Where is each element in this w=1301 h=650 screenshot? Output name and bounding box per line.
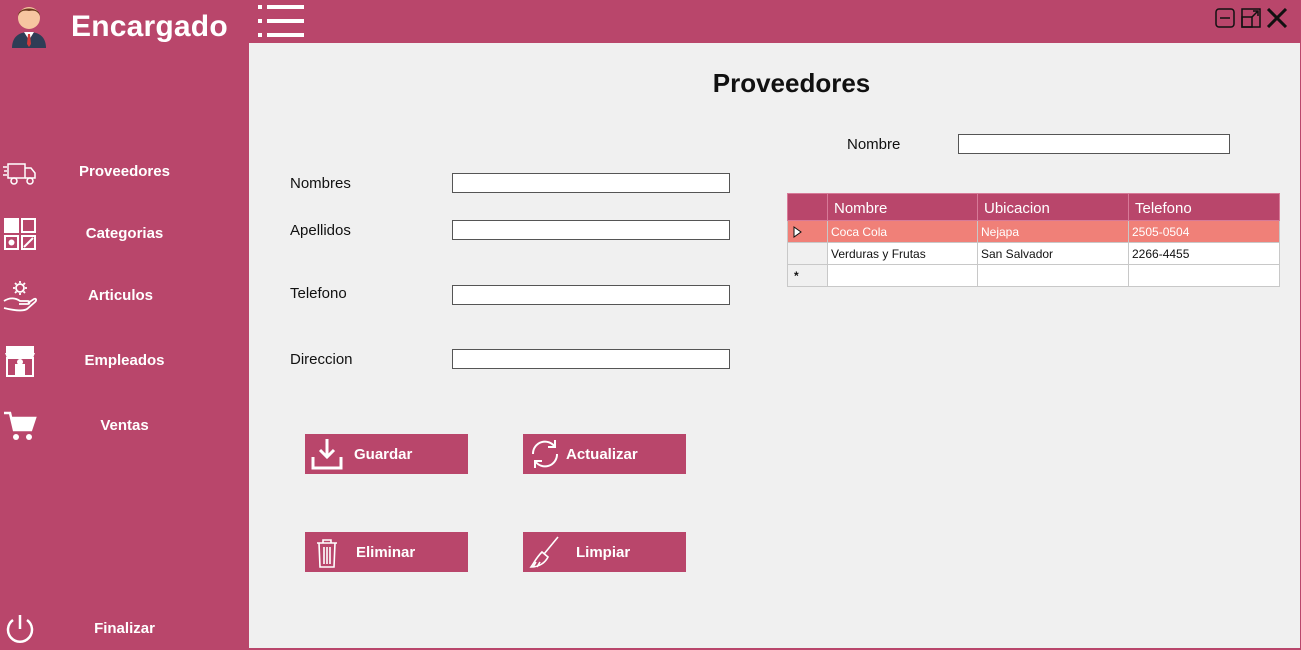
table-new-row[interactable]: * — [787, 264, 1280, 287]
search-label: Nombre — [847, 136, 901, 153]
actualizar-label: Actualizar — [566, 446, 638, 463]
suppliers-table: Nombre Ubicacion Telefono Coca Cola Neja… — [787, 193, 1280, 287]
menu-icon[interactable] — [258, 3, 306, 39]
sidebar-item-label: Ventas — [100, 417, 149, 434]
table-cell[interactable] — [1128, 264, 1280, 287]
apellidos-label: Apellidos — [290, 222, 351, 239]
column-header-telefono[interactable]: Telefono — [1128, 193, 1280, 221]
column-header-nombre[interactable]: Nombre — [827, 193, 978, 221]
table-cell[interactable]: Coca Cola — [827, 220, 978, 243]
table-header-row: Nombre Ubicacion Telefono — [787, 193, 1280, 221]
row-header[interactable] — [787, 220, 828, 243]
row-header[interactable] — [787, 242, 828, 265]
new-row-marker[interactable]: * — [787, 264, 828, 287]
guardar-button[interactable]: Guardar — [305, 434, 468, 474]
eliminar-button[interactable]: Eliminar — [305, 532, 468, 572]
table-cell[interactable]: Verduras y Frutas — [827, 242, 978, 265]
top-bar — [249, 0, 1301, 43]
broom-icon — [529, 536, 559, 568]
guardar-label: Guardar — [354, 446, 413, 463]
table-cell[interactable] — [827, 264, 978, 287]
telefono-label: Telefono — [290, 285, 347, 302]
sidebar-item-categorias[interactable]: Categorias — [0, 214, 249, 254]
limpiar-button[interactable]: Limpiar — [523, 532, 686, 572]
direccion-field[interactable] — [452, 349, 730, 369]
exit-button[interactable]: Finalizar — [0, 609, 249, 649]
sidebar-item-label: Categorias — [85, 225, 164, 242]
user-role-title: Encargado — [71, 10, 228, 43]
main-panel: Proveedores Nombre Nombres Apellidos Tel… — [249, 43, 1300, 648]
table-cell[interactable]: 2505-0504 — [1128, 220, 1280, 243]
column-header-ubicacion[interactable]: Ubicacion — [977, 193, 1129, 221]
eliminar-label: Eliminar — [356, 544, 416, 561]
minimize-icon[interactable] — [1215, 8, 1235, 28]
direccion-label: Direccion — [290, 351, 353, 368]
table-cell[interactable] — [977, 264, 1129, 287]
table-row[interactable]: Coca Cola Nejapa 2505-0504 — [787, 220, 1280, 243]
sidebar-item-ventas[interactable]: Ventas — [0, 406, 249, 446]
sidebar-item-articulos[interactable]: Articulos — [0, 276, 249, 316]
actualizar-button[interactable]: Actualizar — [523, 434, 686, 474]
sidebar-item-label: Empleados — [84, 352, 165, 369]
table-cell[interactable]: Nejapa — [977, 220, 1129, 243]
search-input[interactable] — [958, 134, 1230, 154]
sidebar: Encargado Proveedores Categorias Articul… — [0, 0, 249, 650]
telefono-field[interactable] — [452, 285, 730, 305]
table-cell[interactable]: 2266-4455 — [1128, 242, 1280, 265]
table-row[interactable]: Verduras y Frutas San Salvador 2266-4455 — [787, 242, 1280, 265]
user-avatar-icon — [12, 7, 46, 48]
current-row-icon — [793, 225, 802, 238]
download-icon — [311, 439, 343, 470]
nombres-label: Nombres — [290, 175, 351, 192]
limpiar-label: Limpiar — [576, 544, 631, 561]
sidebar-item-label: Proveedores — [79, 163, 170, 180]
sidebar-item-empleados[interactable]: Empleados — [0, 341, 249, 381]
sidebar-item-proveedores[interactable]: Proveedores — [0, 152, 249, 192]
close-icon[interactable] — [1266, 8, 1288, 28]
maximize-icon[interactable] — [1241, 8, 1261, 28]
refresh-icon — [531, 440, 559, 468]
table-cell[interactable]: San Salvador — [977, 242, 1129, 265]
trash-icon — [317, 539, 337, 568]
sidebar-item-label: Articulos — [87, 287, 153, 304]
apellidos-field[interactable] — [452, 220, 730, 240]
table-corner[interactable] — [787, 193, 828, 221]
exit-label: Finalizar — [94, 620, 155, 637]
page-title: Proveedores — [712, 68, 871, 98]
nombres-field[interactable] — [452, 173, 730, 193]
